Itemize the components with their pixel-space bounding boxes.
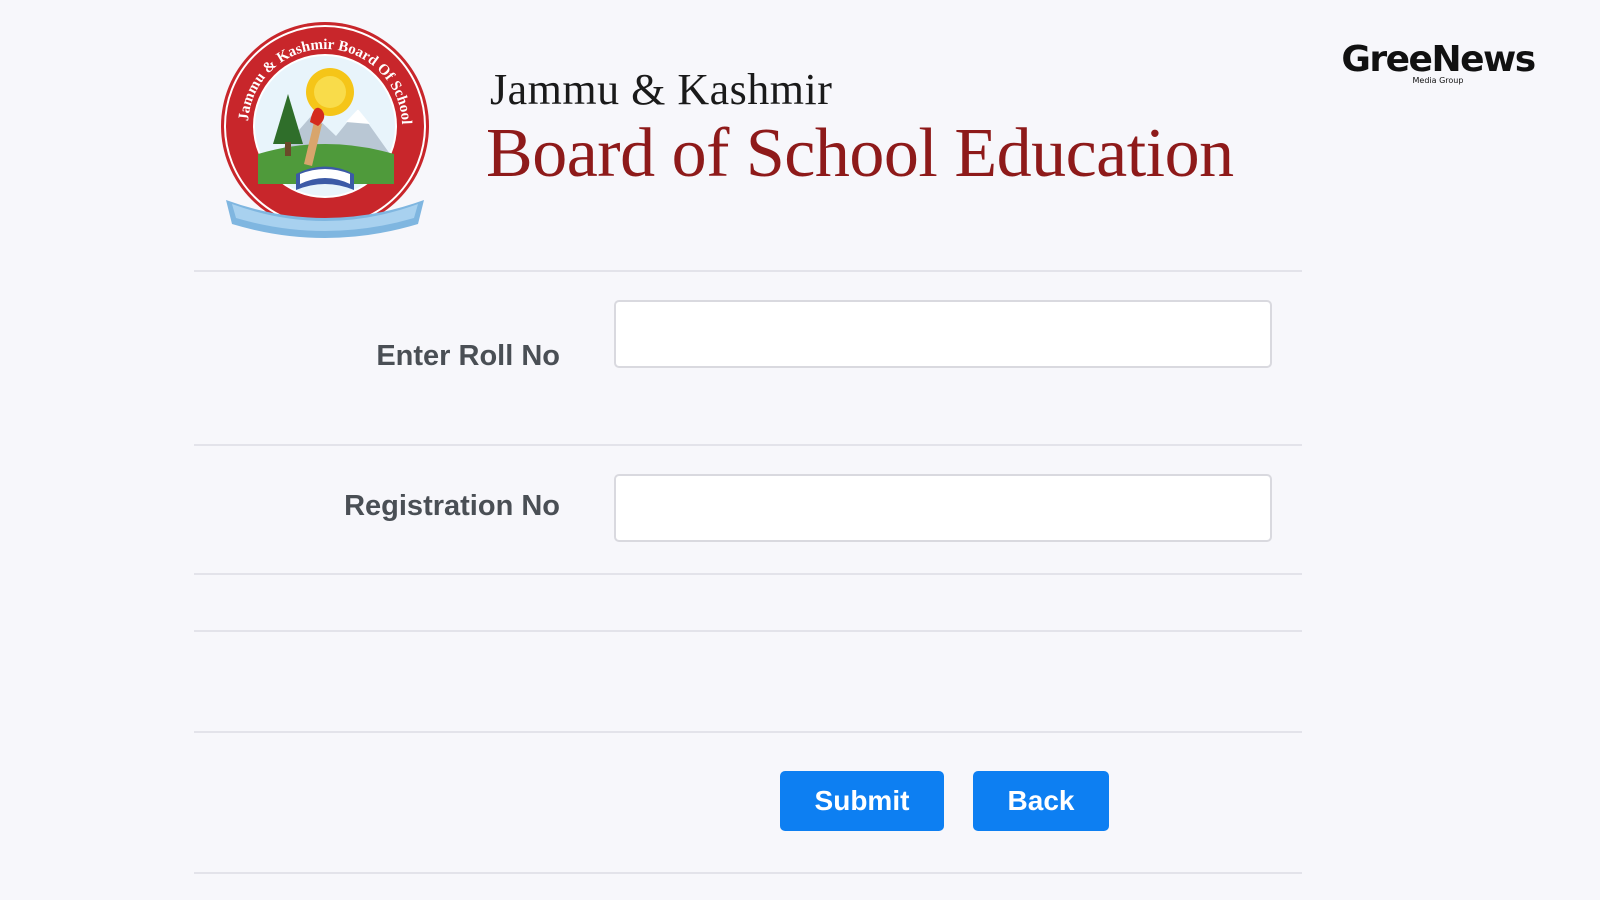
divider (194, 731, 1302, 733)
board-title-small: Jammu & Kashmir (490, 65, 833, 114)
registration-no-input[interactable] (614, 474, 1272, 542)
board-title: Board of School Education (486, 115, 1234, 192)
brand-watermark: GreeNews Media Group (1338, 39, 1538, 86)
divider (194, 630, 1302, 632)
roll-no-input[interactable] (614, 300, 1272, 368)
divider (194, 444, 1302, 446)
divider (194, 270, 1302, 272)
brand-name: GreeNews (1341, 39, 1536, 80)
divider (194, 872, 1302, 874)
roll-no-label: Enter Roll No (376, 340, 560, 372)
submit-button[interactable]: Submit (780, 771, 944, 831)
page: Jammu & Kashmir Board Of School Educatio… (0, 0, 1600, 900)
back-button[interactable]: Back (973, 771, 1109, 831)
divider (194, 573, 1302, 575)
jkbose-logo: Jammu & Kashmir Board Of School Educatio… (218, 14, 429, 238)
registration-no-label: Registration No (344, 490, 560, 522)
